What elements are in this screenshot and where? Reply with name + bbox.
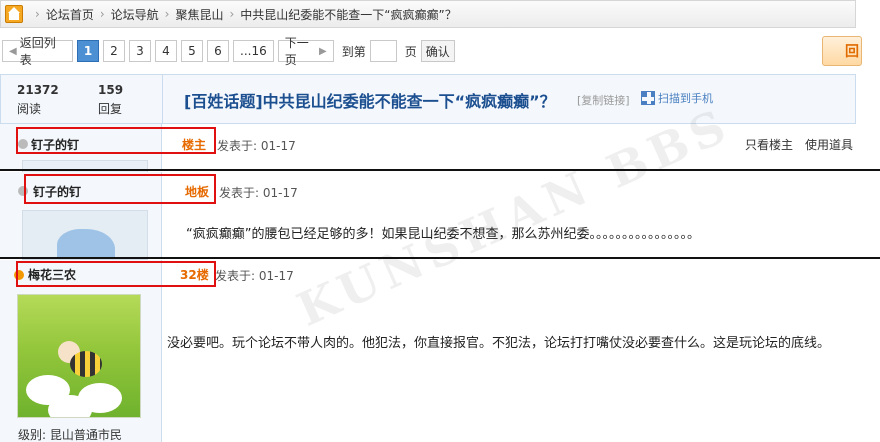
breadcrumb-thread[interactable]: 中共昆山纪委能不能查一下“疯疯癫癫”？ [240, 6, 456, 23]
avatar[interactable] [22, 210, 148, 260]
use-item-link[interactable]: 使用道具 [805, 136, 853, 153]
breadcrumb: › 论坛首页 › 论坛导航 › 聚焦昆山 › 中共昆山纪委能不能查一下“疯疯癫癫… [0, 0, 856, 28]
reads-stat: 21372 阅读 [17, 83, 59, 117]
page-unit-label: 页 [404, 44, 417, 59]
reads-count: 21372 [17, 83, 59, 97]
scan-to-phone-button[interactable]: 扫描到手机 [641, 90, 713, 106]
breadcrumb-section[interactable]: 聚焦昆山 [175, 6, 223, 23]
post-date: 发表于: 01-17 [219, 186, 298, 200]
page-button-3[interactable]: 3 [129, 40, 151, 62]
post-body: “疯疯癫癫”的腰包已经足够的多！如果昆山纪委不想查，那么苏州纪委。。。。。。。。… [186, 227, 700, 242]
avatar[interactable] [17, 294, 141, 418]
avatar-image [48, 395, 92, 417]
avatar-image [57, 229, 115, 259]
page-number-input[interactable] [369, 40, 397, 62]
post-date: 发表于: 01-17 [217, 139, 296, 153]
back-to-list-button[interactable]: ◀ 返回列表 [2, 36, 73, 67]
page-button-6[interactable]: 6 [207, 40, 229, 62]
confirm-button[interactable]: 确认 [420, 40, 455, 62]
page-button-4[interactable]: 4 [155, 40, 177, 62]
user-level: 级别: 昆山普通市民 [18, 428, 122, 442]
thread-stats: 21372 阅读 159 回复 [1, 75, 163, 123]
post-actions: 只看楼主 使用道具 [745, 136, 853, 153]
reply-button[interactable]: 回 [822, 36, 862, 66]
page-button-last[interactable]: ...16 [233, 40, 274, 62]
post-date: 发表于: 01-17 [215, 269, 294, 283]
chevron-right-icon: ▶ [319, 45, 327, 57]
breadcrumb-forum-home[interactable]: 论坛首页 [46, 6, 94, 23]
thread-header: 21372 阅读 159 回复 [百姓话题]中共昆山纪委能不能查一下“疯疯癫癫”… [0, 74, 856, 124]
goto-label: 到第 [341, 44, 366, 59]
breadcrumb-separator: › [99, 7, 105, 21]
replies-stat: 159 回复 [98, 83, 123, 117]
breadcrumb-forum-nav[interactable]: 论坛导航 [111, 6, 159, 23]
avatar-image [70, 351, 102, 377]
divider [0, 169, 880, 171]
highlight-box [24, 174, 216, 204]
next-page-button[interactable]: 下一页 ▶ [277, 36, 334, 67]
home-icon[interactable] [5, 5, 23, 23]
only-op-link[interactable]: 只看楼主 [745, 136, 793, 153]
forum-thread-page: › 论坛首页 › 论坛导航 › 聚焦昆山 › 中共昆山纪委能不能查一下“疯疯癫癫… [0, 0, 880, 442]
watermark: KUNSHAN BBS [289, 97, 739, 337]
divider [0, 257, 880, 259]
next-page-label: 下一页 [284, 36, 309, 67]
page-button-1[interactable]: 1 [77, 40, 99, 62]
breadcrumb-separator: › [164, 7, 170, 21]
breadcrumb-separator: › [35, 7, 40, 21]
back-to-list-label: 返回列表 [19, 36, 56, 67]
scan-to-phone-label: 扫描到手机 [658, 92, 713, 105]
breadcrumb-separator: › [229, 7, 235, 21]
chevron-left-icon: ◀ [9, 45, 17, 57]
highlight-box [16, 127, 216, 154]
thread-title: [百姓话题]中共昆山纪委能不能查一下“疯疯癫癫”？ [184, 92, 556, 111]
pagination: ◀ 返回列表 1 2 3 4 5 6 ...16 下一页 ▶ 到第 页 确认 [2, 36, 455, 67]
page-button-5[interactable]: 5 [181, 40, 203, 62]
highlight-box [16, 261, 216, 287]
page-button-2[interactable]: 2 [103, 40, 125, 62]
replies-label: 回复 [98, 102, 123, 116]
qr-code-icon [641, 91, 655, 105]
replies-count: 159 [98, 83, 124, 97]
copy-link-button[interactable]: [复制链接] [577, 92, 630, 108]
post-body: 没必要吧。玩个论坛不带人肉的。他犯法，你直接报官。不犯法，论坛打打嘴仗没必要查什… [167, 336, 831, 351]
reads-label: 阅读 [17, 102, 42, 116]
